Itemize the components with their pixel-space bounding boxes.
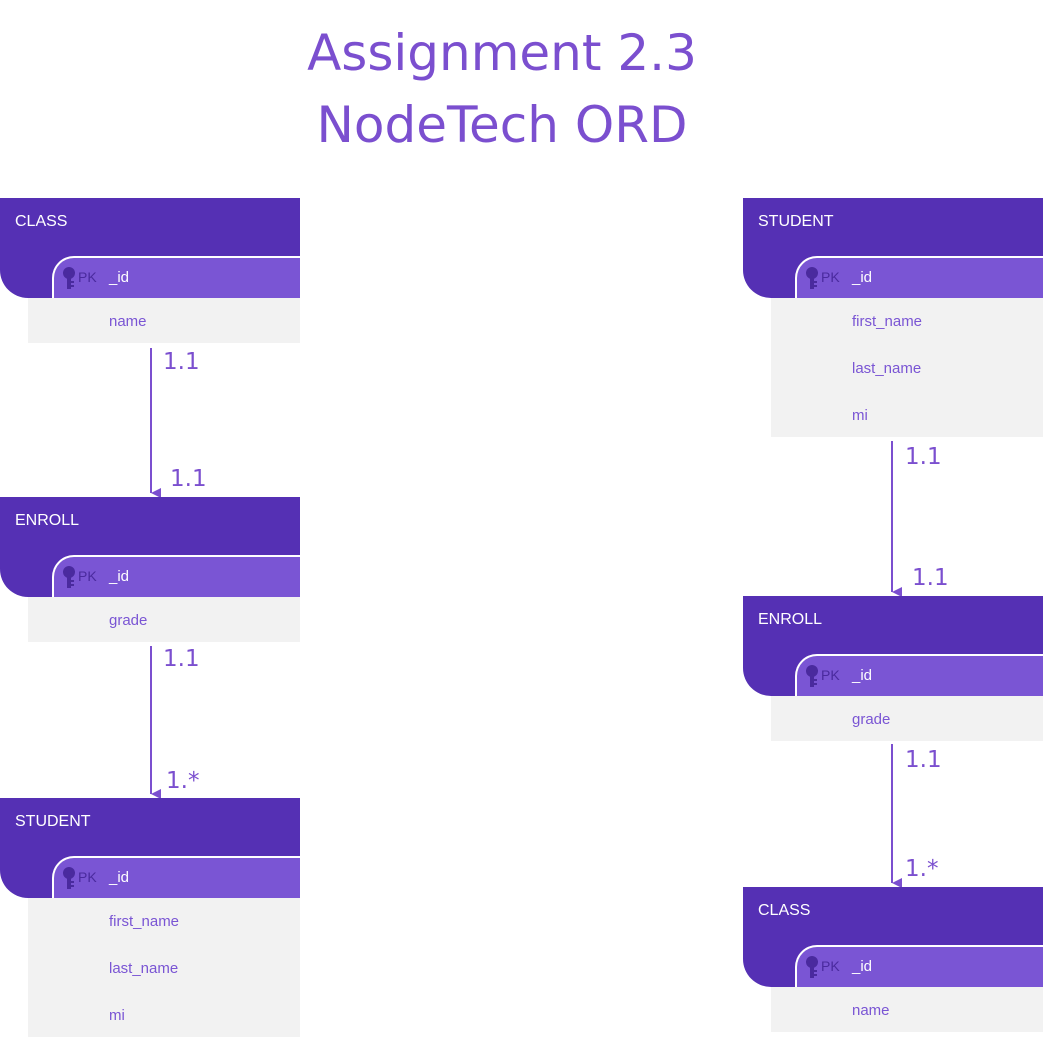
entity-header: STUDENT PK _id	[0, 798, 300, 898]
entity-class-left: CLASS PK _id name	[0, 198, 300, 343]
pk-label: PK	[821, 667, 840, 683]
attribute: grade	[852, 711, 891, 728]
attribute: name	[109, 313, 147, 330]
pk-label: PK	[78, 869, 97, 885]
cardinality-label: 1.*	[905, 856, 939, 882]
key-icon	[806, 665, 818, 687]
primary-key-row: PK _id	[52, 856, 300, 898]
attribute: last_name	[109, 960, 179, 977]
entity-header: STUDENT PK _id	[743, 198, 1043, 298]
attribute-list: grade	[771, 696, 1043, 741]
cardinality-label: 1.1	[912, 565, 949, 591]
entity-student-right: STUDENT PK _id first_name last_name mi	[743, 198, 1043, 437]
attribute-list: first_name last_name mi	[771, 298, 1043, 437]
key-icon	[63, 867, 75, 889]
entity-enroll-left: ENROLL PK _id grade	[0, 497, 300, 642]
entity-name: CLASS	[758, 902, 811, 919]
pk-field: _id	[852, 269, 873, 286]
pk-label: PK	[821, 269, 840, 285]
primary-key-row: PK _id	[52, 256, 300, 298]
key-icon	[806, 956, 818, 978]
cardinality-label: 1.1	[163, 646, 200, 672]
entity-enroll-right: ENROLL PK _id grade	[743, 596, 1043, 741]
primary-key-row: PK _id	[795, 256, 1043, 298]
attribute-list: name	[771, 987, 1043, 1032]
key-icon	[63, 267, 75, 289]
primary-key-row: PK _id	[795, 945, 1043, 987]
attribute-list: name	[28, 298, 300, 343]
entity-header: ENROLL PK _id	[743, 596, 1043, 696]
pk-field: _id	[109, 568, 130, 585]
entity-name: CLASS	[15, 213, 68, 230]
primary-key-row: PK _id	[795, 654, 1043, 696]
cardinality-label: 1.1	[163, 349, 200, 375]
attribute-list: grade	[28, 597, 300, 642]
attribute: first_name	[109, 913, 180, 930]
pk-label: PK	[821, 958, 840, 974]
key-icon	[806, 267, 818, 289]
entity-name: STUDENT	[758, 213, 834, 230]
pk-field: _id	[852, 667, 873, 684]
pk-field: _id	[852, 958, 873, 975]
pk-field: _id	[109, 269, 130, 286]
cardinality-label: 1.1	[905, 747, 942, 773]
attribute: mi	[109, 1007, 125, 1024]
entity-class-right: CLASS PK _id name	[743, 887, 1043, 1032]
entity-student-left: STUDENT PK _id first_name last_name mi	[0, 798, 300, 1037]
entity-name: ENROLL	[758, 611, 823, 628]
pk-label: PK	[78, 269, 97, 285]
attribute: first_name	[852, 313, 923, 330]
cardinality-label: 1.1	[905, 444, 942, 470]
cardinality-label: 1.*	[166, 768, 200, 794]
pk-field: _id	[109, 869, 130, 886]
attribute: last_name	[852, 360, 922, 377]
entity-name: ENROLL	[15, 512, 80, 529]
attribute: mi	[852, 407, 868, 424]
cardinality-label: 1.1	[170, 466, 207, 492]
key-icon	[63, 566, 75, 588]
entity-name: STUDENT	[15, 813, 91, 830]
primary-key-row: PK _id	[52, 555, 300, 597]
attribute: grade	[109, 612, 148, 629]
entity-header: ENROLL PK _id	[0, 497, 300, 597]
attribute: name	[852, 1002, 890, 1019]
pk-label: PK	[78, 568, 97, 584]
attribute-list: first_name last_name mi	[28, 898, 300, 1037]
entity-header: CLASS PK _id	[743, 887, 1043, 987]
entity-header: CLASS PK _id	[0, 198, 300, 298]
